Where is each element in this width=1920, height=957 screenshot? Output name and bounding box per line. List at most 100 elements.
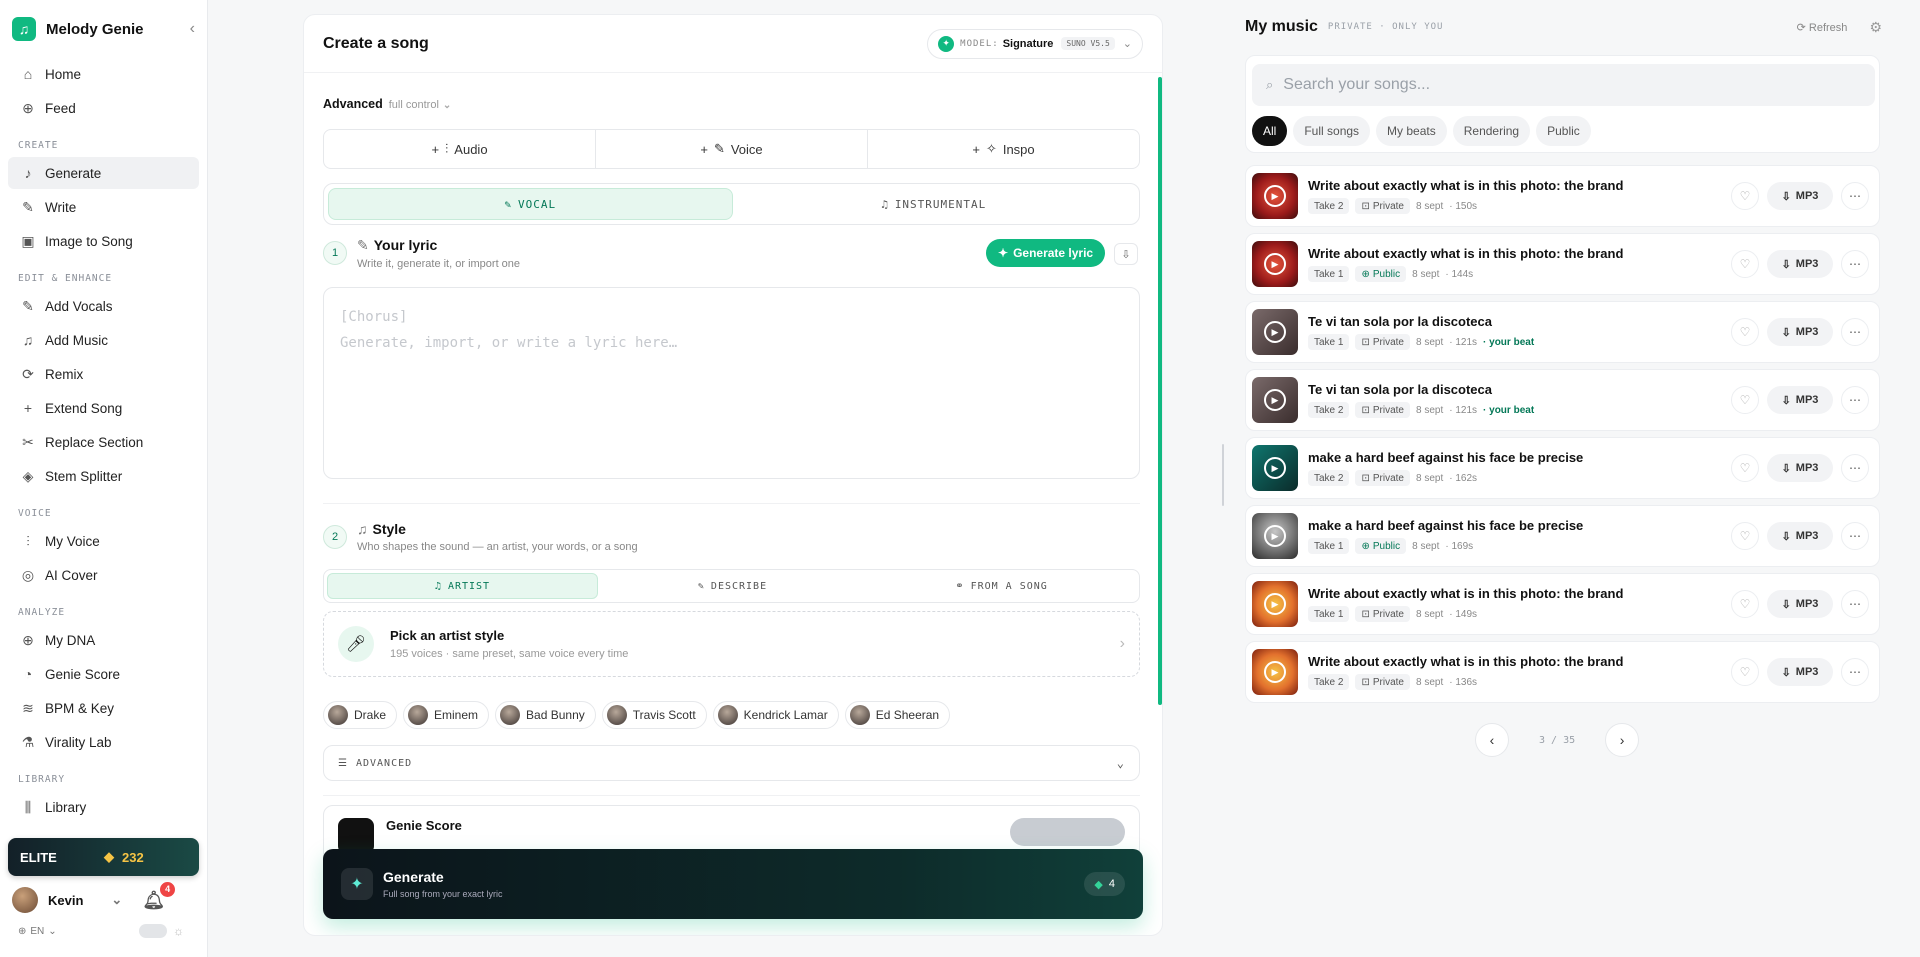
sidebar-item-ai-cover[interactable]: ◎ AI Cover (8, 559, 199, 591)
filter-my-beats[interactable]: My beats (1376, 116, 1447, 146)
lyric-input[interactable]: [Chorus] Generate, import, or write a ly… (323, 287, 1140, 479)
add-audio-button[interactable]: + ⫶ Audio (324, 130, 596, 168)
search-input[interactable]: ⌕ Search your songs... (1252, 64, 1875, 106)
song-cover[interactable]: ▶ (1252, 581, 1298, 627)
generate-button[interactable]: ✦ Generate Full song from your exact lyr… (323, 849, 1143, 919)
song-row[interactable]: ▶ make a hard beef against his face be pr… (1245, 437, 1880, 499)
download-mp3-button[interactable]: ⇩ MP3 (1767, 250, 1833, 278)
panel-resize-handle[interactable] (1222, 444, 1224, 506)
theme-toggle[interactable] (139, 924, 167, 938)
refresh-button[interactable]: ⟳ Refresh (1797, 21, 1848, 34)
more-options-icon[interactable]: ⋯ (1841, 522, 1869, 550)
more-options-icon[interactable]: ⋯ (1841, 454, 1869, 482)
sidebar-item-replace-section[interactable]: ✂ Replace Section (8, 426, 199, 458)
more-options-icon[interactable]: ⋯ (1841, 318, 1869, 346)
song-row[interactable]: ▶ Write about exactly what is in this pho… (1245, 641, 1880, 703)
gear-icon[interactable]: ⚙ (1869, 19, 1882, 36)
sidebar-item-my-dna[interactable]: ⊕ My DNA (8, 624, 199, 656)
tab-instrumental[interactable]: ♫ INSTRUMENTAL (733, 188, 1136, 220)
heart-icon[interactable]: ♡ (1731, 590, 1759, 618)
heart-icon[interactable]: ♡ (1731, 454, 1759, 482)
sidebar-item-add-vocals[interactable]: ✎ Add Vocals (8, 290, 199, 322)
add-inspo-button[interactable]: + ✧ Inspo (868, 130, 1139, 168)
more-options-icon[interactable]: ⋯ (1841, 590, 1869, 618)
song-cover[interactable]: ▶ (1252, 309, 1298, 355)
sidebar-item-bpm-and-key[interactable]: ≋ BPM & Key (8, 692, 199, 724)
language-selector[interactable]: EN (30, 926, 44, 937)
sidebar-item-add-music[interactable]: ♫ Add Music (8, 324, 199, 356)
song-cover[interactable]: ▶ (1252, 445, 1298, 491)
next-page-button[interactable]: › (1605, 723, 1640, 757)
song-row[interactable]: ▶ Write about exactly what is in this pho… (1245, 573, 1880, 635)
sidebar-item-feed[interactable]: ⊕ Feed (8, 92, 199, 124)
download-mp3-button[interactable]: ⇩ MP3 (1767, 590, 1833, 618)
filter-public[interactable]: Public (1536, 116, 1591, 146)
download-mp3-button[interactable]: ⇩ MP3 (1767, 318, 1833, 346)
song-row[interactable]: ▶ Te vi tan sola por la discoteca Take 1 ⊡ P… (1245, 301, 1880, 363)
collapse-sidebar-icon[interactable]: ‹ (190, 20, 195, 38)
add-voice-button[interactable]: + ✎ Voice (596, 130, 868, 168)
prev-page-button[interactable]: ‹ (1475, 723, 1509, 757)
tab-artist[interactable]: ♫ ARTIST (327, 573, 598, 599)
artist-chip-eminem[interactable]: Eminem (403, 701, 490, 729)
sidebar-item-virality-lab[interactable]: ⚗ Virality Lab (8, 726, 199, 758)
song-cover[interactable]: ▶ (1252, 377, 1298, 423)
plan-badge[interactable]: ELITE ◆ 232 (8, 838, 199, 876)
heart-icon[interactable]: ♡ (1731, 522, 1759, 550)
song-cover[interactable]: ▶ (1252, 173, 1298, 219)
artist-chip-ed-sheeran[interactable]: Ed Sheeran (844, 701, 951, 729)
tab-describe[interactable]: ✎ DESCRIBE (598, 573, 867, 599)
song-cover[interactable]: ▶ (1252, 513, 1298, 559)
pick-artist-style-card[interactable]: 🎤︎ Pick an artist style 195 voices · sam… (323, 611, 1140, 677)
import-lyric-button[interactable]: ⇩ (1114, 243, 1138, 265)
song-row[interactable]: ▶ Write about exactly what is in this pho… (1245, 233, 1880, 295)
user-menu[interactable]: Kevin ⌄ 🔔︎ 4 (12, 881, 198, 914)
heart-icon[interactable]: ♡ (1731, 386, 1759, 414)
song-cover[interactable]: ▶ (1252, 241, 1298, 287)
filter-all[interactable]: All (1252, 116, 1288, 146)
heart-icon[interactable]: ♡ (1731, 250, 1759, 278)
more-options-icon[interactable]: ⋯ (1841, 250, 1869, 278)
song-row[interactable]: ▶ Te vi tan sola por la discoteca Take 2 ⊡ P… (1245, 369, 1880, 431)
heart-icon[interactable]: ♡ (1731, 658, 1759, 686)
advanced-mode-toggle[interactable]: Advanced full control ⌄ (323, 97, 451, 111)
song-cover[interactable]: ▶ (1252, 649, 1298, 695)
sidebar-item-extend-song[interactable]: + Extend Song (8, 392, 199, 424)
download-mp3-button[interactable]: ⇩ MP3 (1767, 386, 1833, 414)
sidebar-item-write[interactable]: ✎ Write (8, 191, 199, 223)
heart-icon[interactable]: ♡ (1731, 318, 1759, 346)
song-row[interactable]: ▶ Write about exactly what is in this pho… (1245, 165, 1880, 227)
artist-chip-travis-scott[interactable]: Travis Scott (601, 701, 707, 729)
generate-lyric-button[interactable]: ✦ Generate lyric (986, 239, 1106, 267)
download-mp3-button[interactable]: ⇩ MP3 (1767, 182, 1833, 210)
artist-chip-bad-bunny[interactable]: Bad Bunny (495, 701, 596, 729)
more-options-icon[interactable]: ⋯ (1841, 658, 1869, 686)
more-options-icon[interactable]: ⋯ (1841, 386, 1869, 414)
download-mp3-button[interactable]: ⇩ MP3 (1767, 522, 1833, 550)
sidebar-item-stem-splitter[interactable]: ◈ Stem Splitter (8, 460, 199, 492)
advanced-section-toggle[interactable]: ☰ ADVANCED ⌄ (323, 745, 1140, 781)
sidebar-item-generate[interactable]: ♪ Generate (8, 157, 199, 189)
more-options-icon[interactable]: ⋯ (1841, 182, 1869, 210)
filter-full-songs[interactable]: Full songs (1293, 116, 1371, 146)
download-mp3-button[interactable]: ⇩ MP3 (1767, 658, 1833, 686)
sidebar-item-library[interactable]: ⫼ Library (8, 791, 199, 823)
artist-chip-drake[interactable]: Drake (323, 701, 398, 729)
sidebar-item-genie-score[interactable]: ◔ Genie Score (8, 658, 199, 690)
model-selector[interactable]: ✦ MODEL: Signature SUNO V5.5 ⌄ (927, 28, 1143, 59)
visibility-label: Private (1372, 404, 1404, 416)
filter-rendering[interactable]: Rendering (1452, 116, 1531, 146)
song-row[interactable]: ▶ make a hard beef against his face be pr… (1245, 505, 1880, 567)
tab-vocal[interactable]: ✎ VOCAL (328, 188, 733, 220)
bell-icon[interactable]: 🔔︎ 4 (142, 881, 176, 911)
artist-chip-kendrick-lamar[interactable]: Kendrick Lamar (712, 701, 839, 729)
tab-from-a-song[interactable]: ⚭ FROM A SONG (867, 573, 1136, 599)
scrollbar[interactable] (1158, 77, 1162, 705)
download-mp3-button[interactable]: ⇩ MP3 (1767, 454, 1833, 482)
sidebar-item-home[interactable]: ⌂ Home (8, 58, 199, 90)
heart-icon[interactable]: ♡ (1731, 182, 1759, 210)
sidebar-item-remix[interactable]: ⟳ Remix (8, 358, 199, 390)
sidebar-item-image-to-song[interactable]: ▣ Image to Song (8, 225, 199, 257)
sidebar-item-my-voice[interactable]: ⫶ My Voice (8, 525, 199, 557)
score-it-button[interactable] (1010, 818, 1125, 846)
